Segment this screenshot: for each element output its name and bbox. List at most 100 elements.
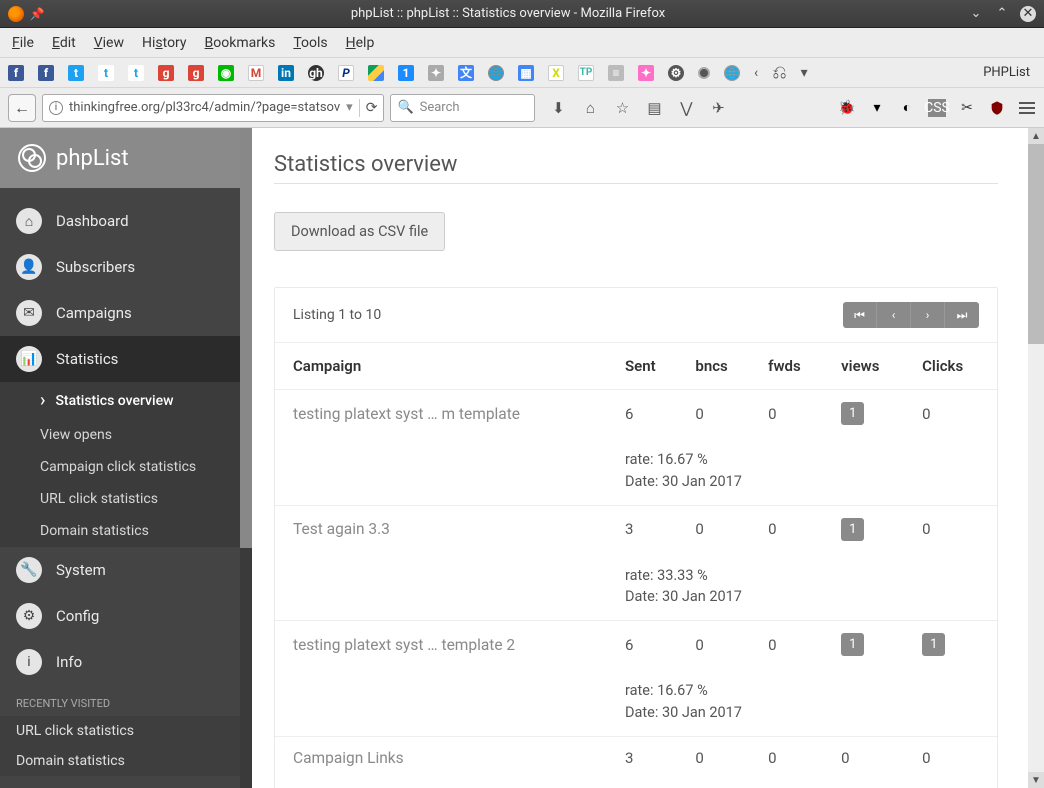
reading-list-icon[interactable]: ▤ xyxy=(645,99,663,117)
downloads-icon[interactable]: ⬇ xyxy=(549,99,567,117)
back-button[interactable]: ← xyxy=(8,94,36,122)
bookmark-xing-icon[interactable]: X xyxy=(548,65,564,81)
send-icon[interactable]: ✈ xyxy=(709,99,727,117)
bookmark-twitter-icon[interactable]: t xyxy=(68,65,84,81)
bookmark-chevron-left-icon[interactable]: ‹ xyxy=(754,65,758,81)
subnav-domain-stats[interactable]: Domain statistics xyxy=(0,515,252,547)
bookmark-gear2-icon[interactable] xyxy=(698,67,710,79)
bookmark-globe-icon[interactable]: 🌐 xyxy=(488,65,504,81)
window-minimize-button[interactable]: ⌄ xyxy=(968,6,984,22)
campaign-link[interactable]: Campaign Links xyxy=(293,749,404,767)
views-badge[interactable]: 1 xyxy=(841,633,864,656)
scroll-down-button[interactable]: ▼ xyxy=(1028,772,1044,788)
bookmark-translate-icon[interactable]: 文 xyxy=(458,65,474,81)
url-bar[interactable]: i thinkingfree.org/pl33rc4/admin/?page=s… xyxy=(42,94,384,122)
ext-bug-icon[interactable]: 🐞 xyxy=(838,99,856,117)
download-csv-button[interactable]: Download as CSV file xyxy=(274,212,445,251)
pager-prev-button[interactable]: ‹ xyxy=(877,302,911,328)
bookmark-globe2-icon[interactable]: 🌐 xyxy=(724,65,740,81)
nav-info[interactable]: i Info xyxy=(0,639,252,685)
views-badge[interactable]: 1 xyxy=(841,402,864,425)
bookmark-docs-icon[interactable]: ▦ xyxy=(518,65,534,81)
campaign-link[interactable]: Test again 3.3 xyxy=(293,520,390,538)
pocket-icon[interactable]: ⋁ xyxy=(677,99,695,117)
bookmark-linkedin-icon[interactable]: in xyxy=(278,65,294,81)
menu-help[interactable]: Help xyxy=(346,35,375,51)
reload-button[interactable]: ⟳ xyxy=(366,100,378,116)
nav-config[interactable]: ⚙ Config xyxy=(0,593,252,639)
bookmark-tp-icon[interactable]: TP xyxy=(578,65,594,81)
ext-ublock-icon[interactable] xyxy=(988,99,1006,117)
pager-next-button[interactable]: › xyxy=(911,302,945,328)
bookmark-paypal-icon[interactable]: P xyxy=(338,65,354,81)
scroll-up-button[interactable]: ▲ xyxy=(1028,128,1044,144)
menu-view[interactable]: View xyxy=(94,35,124,51)
wrench-icon: 🔧 xyxy=(16,557,42,583)
home-icon[interactable]: ⌂ xyxy=(581,99,599,117)
bookmark-googleplus2-icon[interactable]: g xyxy=(188,65,204,81)
bookmark-phplist[interactable]: PHPList xyxy=(983,65,1030,80)
menu-history[interactable]: History xyxy=(142,35,187,51)
nav-system[interactable]: 🔧 System xyxy=(0,547,252,593)
nav-dashboard[interactable]: ⌂ Dashboard xyxy=(0,198,252,244)
search-bar[interactable]: 🔍 Search xyxy=(390,94,535,122)
col-views: views xyxy=(831,343,912,390)
subnav-campaign-click[interactable]: Campaign click statistics xyxy=(0,451,252,483)
ext-circle-icon[interactable]: ◐ xyxy=(898,99,916,117)
scroll-thumb[interactable] xyxy=(1028,144,1044,344)
bookmark-drive-icon[interactable] xyxy=(368,65,384,81)
subnav-url-click[interactable]: URL click statistics xyxy=(0,483,252,515)
nav-subscribers[interactable]: 👤 Subscribers xyxy=(0,244,252,290)
bookmark-list-icon[interactable]: ≡ xyxy=(608,65,624,81)
table-row: testing platext syst … m template60010 xyxy=(275,390,997,438)
bookmark-facebook-icon[interactable]: f xyxy=(8,65,24,81)
menu-edit[interactable]: Edit xyxy=(52,35,76,51)
bookmark-1password-icon[interactable]: 1 xyxy=(398,65,414,81)
ext-scissors-icon[interactable]: ✂ xyxy=(958,99,976,117)
window-maximize-button[interactable]: ⌃ xyxy=(994,6,1010,22)
pin-icon[interactable]: 📌 xyxy=(30,7,44,21)
pager-first-button[interactable]: ⏮ xyxy=(843,302,877,328)
hamburger-menu[interactable] xyxy=(1018,99,1036,117)
views-badge[interactable]: 1 xyxy=(841,518,864,541)
subnav-overview[interactable]: Statistics overview xyxy=(0,382,252,419)
bookmark-dropdown-icon[interactable]: ▾ xyxy=(801,65,808,81)
subnav-view-opens[interactable]: View opens xyxy=(0,419,252,451)
ext-dropdown-icon[interactable]: ▾ xyxy=(868,99,886,117)
bookmark-gmail-icon[interactable]: M xyxy=(248,65,264,81)
bookmark-star-icon[interactable]: ☆ xyxy=(613,99,631,117)
recent-domain-stats[interactable]: Domain statistics xyxy=(0,746,252,776)
bookmark-sparkle-icon[interactable]: ✦ xyxy=(638,65,654,81)
search-icon: 🔍 xyxy=(397,100,413,115)
clicks-badge[interactable]: 1 xyxy=(922,633,945,656)
cell-bncs: 0 xyxy=(685,736,758,779)
nav-campaigns[interactable]: ✉ Campaigns xyxy=(0,290,252,336)
recent-url-click[interactable]: URL click statistics xyxy=(0,716,252,746)
bookmark-pin-icon[interactable]: ⎌ xyxy=(772,62,786,83)
menu-tools[interactable]: Tools xyxy=(293,35,327,51)
sidebar-scrollbar[interactable] xyxy=(240,128,252,788)
url-dropdown-icon[interactable]: ▾ xyxy=(346,100,353,115)
cell-views: 1 xyxy=(831,621,912,669)
page-scrollbar[interactable]: ▲ ▼ xyxy=(1028,128,1044,788)
ext-css-icon[interactable]: CSS xyxy=(928,99,946,117)
statistics-subnav: Statistics overview View opens Campaign … xyxy=(0,382,252,547)
bookmark-googleplus-icon[interactable]: g xyxy=(158,65,174,81)
bookmark-line-icon[interactable]: ◉ xyxy=(218,65,234,81)
brand[interactable]: phpList xyxy=(0,128,252,188)
pager-last-button[interactable]: ⏭ xyxy=(945,302,979,328)
menu-bookmarks[interactable]: Bookmarks xyxy=(205,35,276,51)
site-info-icon[interactable]: i xyxy=(49,101,63,115)
bookmark-gear-icon[interactable]: ⚙ xyxy=(668,65,684,81)
campaign-link[interactable]: testing platext syst … template 2 xyxy=(293,636,515,654)
nav-statistics[interactable]: 📊 Statistics xyxy=(0,336,252,382)
home-circle-icon: ⌂ xyxy=(16,208,42,234)
campaign-link[interactable]: testing platext syst … m template xyxy=(293,405,520,423)
menu-file[interactable]: File xyxy=(12,35,34,51)
bookmark-twitter3-icon[interactable]: t xyxy=(128,65,144,81)
bookmark-facebook2-icon[interactable]: f xyxy=(38,65,54,81)
window-close-button[interactable]: ✕ xyxy=(1020,6,1036,22)
bookmark-twitter2-icon[interactable]: t xyxy=(98,65,114,81)
bookmark-github-icon[interactable]: gh xyxy=(308,65,324,81)
bookmark-generic1-icon[interactable]: ✦ xyxy=(428,65,444,81)
